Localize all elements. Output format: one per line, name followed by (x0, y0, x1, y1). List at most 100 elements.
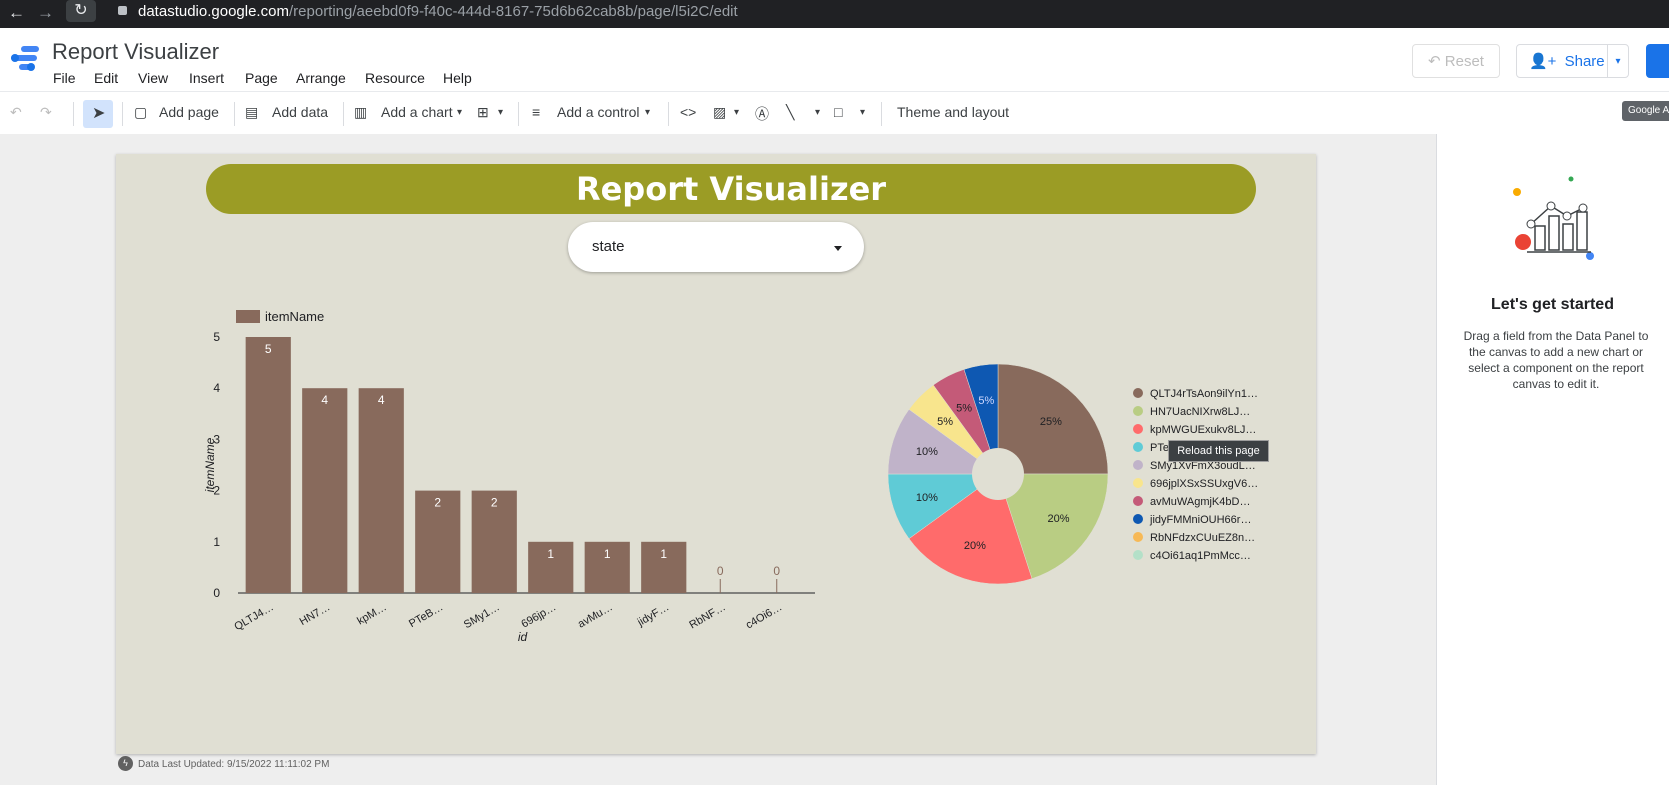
bar-value-label: 5 (265, 342, 272, 356)
report-title[interactable]: Report Visualizer (206, 170, 1256, 208)
browser-bar: ← → ↻ datastudio.google.com /reporting/a… (0, 0, 1669, 28)
divider (73, 102, 74, 126)
divider (234, 102, 235, 126)
add-data-icon: ▤ (245, 104, 259, 120)
x-tick-label: QLTJ4… (232, 601, 275, 633)
shape-icon[interactable]: □ (834, 104, 842, 120)
add-control-button[interactable]: Add a control (557, 104, 640, 120)
divider (881, 102, 882, 126)
share-button[interactable]: 👤+ Share ▾ (1516, 44, 1629, 78)
y-tick-label: 0 (213, 586, 220, 600)
bar-value-label: 1 (660, 547, 667, 561)
legend-label: 696jplXSxSSUxgV6… (1150, 478, 1258, 490)
bar (302, 388, 348, 593)
line-icon[interactable]: ╲ (786, 104, 794, 121)
bar (245, 337, 291, 593)
x-tick-label: 696jp… (519, 601, 558, 630)
add-chart-button[interactable]: Add a chart (381, 104, 453, 120)
legend-dot (1133, 532, 1143, 542)
pie-value-label: 5% (937, 416, 953, 428)
bar-value-label: 4 (378, 393, 385, 407)
forward-arrow-icon[interactable]: → (37, 3, 54, 23)
add-control-icon: ≡ (532, 104, 541, 120)
legend-dot (1133, 388, 1143, 398)
bar-value-label: 1 (547, 547, 554, 561)
side-panel (1436, 134, 1669, 785)
redo-icon[interactable]: ↷ (40, 104, 52, 121)
chevron-down-icon[interactable]: ▾ (734, 107, 739, 118)
divider (518, 102, 519, 126)
panel-heading: Let's get started (1491, 296, 1614, 313)
divider (668, 102, 669, 126)
menu-edit[interactable]: Edit (94, 70, 118, 86)
toolbar: ↶ ↷ ➤ ▢ Add page ▤ Add data ▥ Add a char… (0, 91, 1669, 135)
text-box-icon[interactable]: Ⓐ (755, 104, 769, 124)
pie-value-label: 20% (1047, 513, 1069, 525)
app-title[interactable]: Report Visualizer (52, 39, 219, 65)
chevron-down-icon[interactable]: ▾ (498, 107, 503, 118)
menu-file[interactable]: File (53, 70, 76, 86)
embed-code-icon[interactable]: <> (680, 104, 696, 120)
add-page-icon: ▢ (134, 104, 148, 120)
chevron-down-icon[interactable]: ▾ (457, 107, 462, 118)
share-label: Share (1564, 53, 1605, 70)
undo-icon[interactable]: ↶ (10, 104, 22, 121)
legend-dot (1133, 478, 1143, 488)
menu-insert[interactable]: Insert (189, 70, 224, 86)
select-tool-button[interactable]: ➤ (83, 100, 113, 128)
y-tick-label: 1 (213, 535, 220, 549)
x-tick-label: kpM… (355, 601, 389, 627)
bar-value-label: 0 (773, 564, 780, 578)
image-icon[interactable]: ▨ (713, 104, 726, 121)
divider (122, 102, 123, 126)
add-page-button[interactable]: Add page (159, 104, 219, 120)
legend-label: jidyFMMniOUH66r… (1149, 514, 1251, 526)
legend-dot (1133, 442, 1143, 452)
back-arrow-icon[interactable]: ← (8, 3, 25, 23)
x-tick-label: HN7… (298, 601, 333, 628)
legend-dot (1133, 550, 1143, 560)
menu-help[interactable]: Help (443, 70, 472, 86)
view-button[interactable] (1646, 44, 1669, 78)
undo-arrow-icon: ↶ (1428, 53, 1445, 70)
refresh-icon[interactable]: ↻ (66, 0, 96, 22)
add-person-icon: 👤+ (1529, 53, 1557, 70)
menu-resource[interactable]: Resource (365, 70, 425, 86)
data-studio-logo-icon (11, 46, 39, 71)
legend-label: c4Oi61aq1PmMcc… (1150, 550, 1251, 562)
reset-button[interactable]: ↶ Reset (1412, 44, 1500, 78)
pie-chart[interactable]: 25%20%20%10%10%5%5%5%QLTJ4rTsAon9ilYn1…H… (870, 355, 1270, 595)
legend-dot (1133, 514, 1143, 524)
menu-view[interactable]: View (138, 70, 168, 86)
community-viz-icon[interactable]: ⊞ (477, 104, 489, 121)
legend-label: avMuWAgmjK4bD… (1150, 496, 1250, 508)
bar (358, 388, 404, 593)
url-domain[interactable]: datastudio.google.com (138, 3, 289, 20)
reset-label: Reset (1444, 53, 1484, 70)
get-started-illustration (1513, 176, 1594, 260)
state-filter-label: state (592, 238, 625, 255)
chevron-down-icon[interactable]: ▾ (860, 107, 865, 118)
pie-value-label: 25% (1040, 416, 1062, 428)
add-data-button[interactable]: Add data (272, 104, 328, 120)
legend-label: QLTJ4rTsAon9ilYn1… (1150, 388, 1258, 400)
chevron-down-icon[interactable]: ▾ (815, 107, 820, 118)
legend-dot (1133, 460, 1143, 470)
menu-arrange[interactable]: Arrange (296, 70, 346, 86)
x-tick-label: SMy1… (462, 601, 502, 631)
cursor-icon: ➤ (92, 105, 106, 122)
y-tick-label: 5 (213, 330, 220, 344)
legend-dot (1133, 496, 1143, 506)
chevron-down-icon[interactable]: ▾ (645, 107, 650, 118)
x-tick-label: RbNF… (687, 601, 727, 631)
menu-page[interactable]: Page (245, 70, 278, 86)
x-tick-label: PTeB… (407, 601, 445, 630)
share-dropdown-icon[interactable]: ▾ (1607, 45, 1628, 77)
dropdown-caret-icon[interactable] (834, 246, 842, 251)
data-last-updated: Data Last Updated: 9/15/2022 11:11:02 PM (138, 759, 330, 770)
url-path[interactable]: /reporting/aeebd0f9-f40c-444d-8167-75d6b… (289, 3, 738, 20)
y-tick-label: 4 (213, 381, 220, 395)
bar-chart[interactable]: itemName012345itemName5QLTJ4…4HN7…4kpM…2… (200, 290, 850, 670)
bar-value-label: 0 (717, 564, 724, 578)
theme-and-layout-button[interactable]: Theme and layout (897, 104, 1009, 120)
